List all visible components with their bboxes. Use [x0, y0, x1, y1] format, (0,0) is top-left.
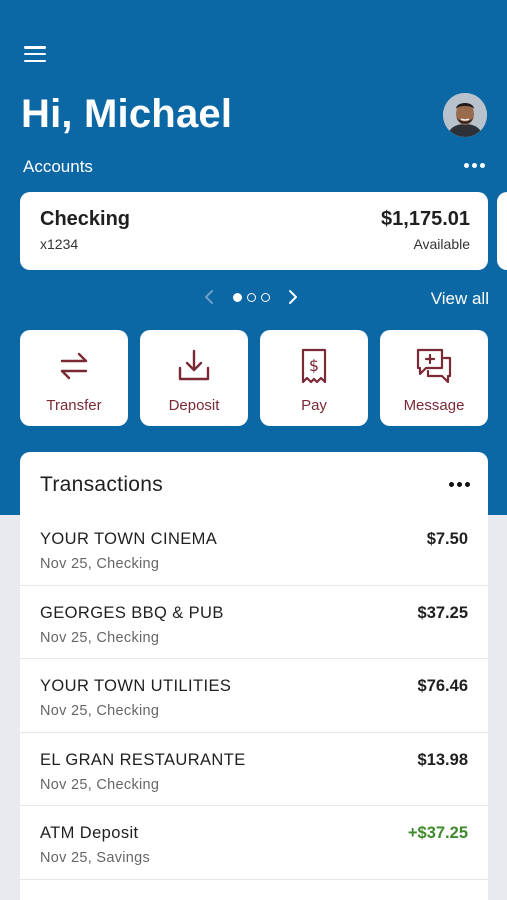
message-label: Message — [403, 397, 465, 414]
transaction-row[interactable]: ATM Deposit Nov 25, Savings +$37.25 — [20, 806, 488, 880]
transaction-amount: $13.98 — [417, 750, 468, 769]
accounts-section-label: Accounts — [23, 157, 93, 176]
transaction-row[interactable]: GEORGES BBQ & PUB Nov 25, Checking $37.2… — [20, 586, 488, 659]
message-button[interactable]: Message — [380, 330, 488, 426]
transaction-row[interactable]: YOUR TOWN UTILITIES Nov 25, Checking $76… — [20, 659, 488, 733]
deposit-label: Deposit — [168, 397, 220, 414]
transaction-merchant: EL GRAN RESTAURANTE — [40, 750, 246, 769]
transaction-merchant: ATM Deposit — [40, 824, 139, 842]
transfer-label: Transfer — [46, 397, 102, 414]
greeting-title: Hi, Michael — [21, 92, 233, 136]
next-account-card-peek[interactable] — [497, 192, 507, 270]
deposit-tray-icon — [178, 349, 210, 381]
chevron-right-icon[interactable] — [282, 287, 302, 307]
transfer-button[interactable]: Transfer — [20, 330, 128, 426]
transaction-date-account: Nov 25, Checking — [40, 776, 160, 793]
transactions-list: YOUR TOWN CINEMA Nov 25, Checking $7.50 … — [20, 512, 488, 880]
page-indicator-dot-2[interactable] — [246, 292, 256, 302]
svg-text:$: $ — [309, 356, 319, 375]
pay-button[interactable]: $ Pay — [260, 330, 368, 426]
accounts-more-options-icon[interactable] — [464, 159, 485, 171]
account-card-checking[interactable]: Checking x1234 $1,175.01 Available — [20, 192, 488, 270]
account-number: x1234 — [40, 236, 79, 252]
transactions-more-options-icon[interactable] — [449, 478, 470, 490]
transaction-date-account: Nov 25, Checking — [40, 556, 160, 572]
account-balance: $1,175.01 — [381, 208, 470, 230]
user-avatar[interactable] — [443, 93, 487, 137]
transaction-date-account: Nov 25, Checking — [40, 629, 160, 646]
transaction-amount: +$37.25 — [407, 824, 468, 842]
transaction-row[interactable]: EL GRAN RESTAURANTE Nov 25, Checking $13… — [20, 733, 488, 806]
page-indicator-dot-3[interactable] — [260, 292, 270, 302]
transaction-merchant: YOUR TOWN UTILITIES — [40, 677, 232, 695]
hamburger-menu-icon[interactable] — [24, 44, 46, 64]
transaction-amount: $37.25 — [417, 603, 468, 622]
view-all-accounts-link[interactable]: View all — [431, 289, 489, 309]
transaction-amount: $7.50 — [426, 530, 468, 548]
transaction-date-account: Nov 25, Savings — [40, 850, 151, 866]
deposit-button[interactable]: Deposit — [140, 330, 248, 426]
page-indicator-dot-1[interactable] — [232, 292, 242, 302]
transaction-date-account: Nov 25, Checking — [40, 703, 160, 719]
transaction-amount: $76.46 — [417, 677, 468, 695]
pay-bill-icon: $ — [301, 348, 327, 384]
transaction-merchant: GEORGES BBQ & PUB — [40, 603, 224, 622]
transaction-merchant: YOUR TOWN CINEMA — [40, 530, 218, 548]
pay-label: Pay — [301, 397, 327, 414]
transaction-row[interactable]: YOUR TOWN CINEMA Nov 25, Checking $7.50 — [20, 512, 488, 586]
accounts-pager — [200, 287, 302, 307]
chevron-left-icon[interactable] — [200, 287, 220, 307]
transfer-arrows-icon — [60, 352, 88, 380]
account-balance-label: Available — [413, 236, 470, 252]
transactions-title: Transactions — [40, 473, 164, 496]
account-name: Checking — [40, 208, 131, 230]
message-plus-icon — [416, 348, 452, 384]
transactions-card: Transactions YOUR TOWN CINEMA Nov 25, Ch… — [20, 452, 488, 900]
